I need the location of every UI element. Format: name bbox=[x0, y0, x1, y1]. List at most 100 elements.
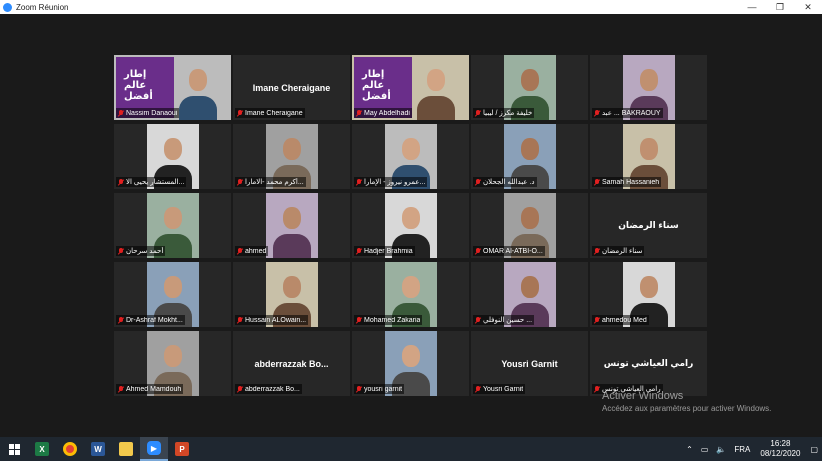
participant-tile[interactable]: ahmed bbox=[233, 193, 350, 258]
muted-mic-icon bbox=[594, 178, 600, 186]
person-head bbox=[163, 276, 182, 298]
clock[interactable]: 16:28 08/12/2020 bbox=[760, 439, 800, 459]
title-bar: Zoom Réunion — ❐ ✕ bbox=[0, 0, 822, 14]
word-icon[interactable]: W bbox=[84, 437, 112, 461]
powerpoint-icon[interactable]: P bbox=[168, 437, 196, 461]
muted-mic-icon bbox=[118, 178, 124, 186]
muted-mic-icon bbox=[237, 316, 243, 324]
close-button[interactable]: ✕ bbox=[794, 0, 822, 14]
muted-mic-icon bbox=[356, 178, 362, 186]
minimize-button[interactable]: — bbox=[738, 0, 766, 14]
muted-mic-icon bbox=[356, 247, 362, 255]
chrome-icon[interactable] bbox=[56, 437, 84, 461]
participant-name-label: أحمد سرحان bbox=[116, 246, 166, 256]
participant-name: Yousri Garnit bbox=[483, 385, 524, 393]
participant-name-label: Mohamed Zakaria bbox=[354, 315, 423, 325]
participant-name: OMAR Al-ATBI-O... bbox=[483, 247, 543, 255]
participant-tile[interactable]: Hadjer Brahmia bbox=[352, 193, 469, 258]
participant-name: أحمد سرحان bbox=[126, 248, 164, 255]
participant-tile[interactable]: أكرم محمد -الامارا... bbox=[233, 124, 350, 189]
zoom-icon[interactable]: ▶ bbox=[140, 437, 168, 461]
participant-name: yousri garnit bbox=[364, 385, 403, 393]
participant-video bbox=[265, 193, 318, 258]
participant-tile[interactable]: عبد ... BAKRAOUY bbox=[590, 55, 707, 120]
participant-tile[interactable]: رامي العياشي تونس رامي العياشي تونس bbox=[590, 331, 707, 396]
participant-tile[interactable]: Samah Hassanieh bbox=[590, 124, 707, 189]
person-head bbox=[163, 345, 182, 367]
zoom-window: إطار عالم أفضل Nassim Danaoui Imane Cherai… bbox=[0, 0, 822, 437]
participant-tile[interactable]: أحمد سرحان bbox=[114, 193, 231, 258]
participant-tile[interactable]: إطار عالم أفضل May Abdelhadi bbox=[352, 55, 469, 120]
window-title: Zoom Réunion bbox=[16, 2, 69, 12]
person-head bbox=[282, 138, 301, 160]
participant-name-label: حسين النوفلي ... bbox=[473, 315, 535, 325]
participant-tile[interactable]: Dr-Ashraf Mokht... bbox=[114, 262, 231, 327]
participant-tile[interactable]: خليفة مكرز / ليبيا bbox=[471, 55, 588, 120]
muted-mic-icon bbox=[237, 178, 243, 186]
participant-tile[interactable]: Imane Cheraigane Imane Cheraigane bbox=[233, 55, 350, 120]
participant-name: المستشار يحيى الا... bbox=[126, 179, 185, 186]
network-icon[interactable]: ▭ bbox=[701, 445, 709, 454]
participant-name-label: Imane Cheraigane bbox=[235, 108, 305, 118]
person-head bbox=[401, 138, 420, 160]
participant-name-label: abderrazzak Bo... bbox=[235, 384, 302, 394]
participant-name-label: ahmedou Med bbox=[592, 315, 649, 325]
participant-tile[interactable]: Hussain ALOwain... bbox=[233, 262, 350, 327]
participant-tile[interactable]: Mohamed Zakaria bbox=[352, 262, 469, 327]
participant-tile[interactable]: عمرو نيروز - الإمارا... bbox=[352, 124, 469, 189]
muted-mic-icon bbox=[475, 385, 481, 393]
participant-tile[interactable]: حسين النوفلي ... bbox=[471, 262, 588, 327]
volume-icon[interactable]: 🔈 bbox=[716, 445, 726, 454]
participant-tile[interactable]: yousri garnit bbox=[352, 331, 469, 396]
windows-start-icon[interactable] bbox=[0, 437, 28, 461]
participant-tile[interactable]: سناء الرمضان سناء الرمضان bbox=[590, 193, 707, 258]
person-head bbox=[282, 207, 301, 229]
chevron-up-icon[interactable]: ⌃ bbox=[686, 445, 693, 454]
participant-name: Ahmed Mamdouh bbox=[126, 385, 182, 393]
muted-mic-icon bbox=[594, 109, 600, 117]
language-indicator[interactable]: FRA bbox=[734, 445, 750, 454]
watermark-subtitle: Accédez aux paramètres pour activer Wind… bbox=[602, 404, 772, 413]
taskbar: X W ▶ P ⌃ ▭ 🔈 FRA 16:28 08/12/2020 ▢ bbox=[0, 437, 822, 461]
person-head bbox=[520, 69, 539, 91]
participant-tile[interactable]: المستشار يحيى الا... bbox=[114, 124, 231, 189]
participant-name: سناء الرمضان bbox=[602, 248, 643, 255]
participant-name: خليفة مكرز / ليبيا bbox=[483, 110, 533, 117]
participant-name-label: أكرم محمد -الامارا... bbox=[235, 177, 306, 187]
muted-mic-icon bbox=[594, 316, 600, 324]
muted-mic-icon bbox=[118, 247, 124, 255]
person-head bbox=[163, 207, 182, 229]
participant-name: ahmedou Med bbox=[602, 316, 647, 324]
participant-name: abderrazzak Bo... bbox=[245, 385, 300, 393]
participant-tile[interactable]: abderrazzak Bo... abderrazzak Bo... bbox=[233, 331, 350, 396]
participant-tile[interactable]: OMAR Al-ATBI-O... bbox=[471, 193, 588, 258]
participant-name: Mohamed Zakaria bbox=[364, 316, 421, 324]
participant-name-label: OMAR Al-ATBI-O... bbox=[473, 246, 545, 256]
participant-tile[interactable]: ahmedou Med bbox=[590, 262, 707, 327]
participant-name-label: عمرو نيروز - الإمارا... bbox=[354, 177, 428, 187]
participant-name: حسين النوفلي ... bbox=[483, 317, 533, 324]
person-head bbox=[163, 138, 182, 160]
participant-name: Hadjer Brahmia bbox=[364, 247, 413, 255]
participant-name-label: Dr-Ashraf Mokht... bbox=[116, 315, 185, 325]
person-body bbox=[272, 234, 311, 258]
zoom-app-icon bbox=[3, 2, 12, 12]
participant-name: Samah Hassanieh bbox=[602, 178, 660, 186]
system-tray: ⌃ ▭ 🔈 FRA 16:28 08/12/2020 ▢ bbox=[682, 437, 822, 461]
participant-tile[interactable]: Ahmed Mamdouh bbox=[114, 331, 231, 396]
muted-mic-icon bbox=[237, 247, 243, 255]
excel-icon[interactable]: X bbox=[28, 437, 56, 461]
muted-mic-icon bbox=[237, 385, 243, 393]
activate-windows-watermark: Activer Windows Accédez aux paramètres p… bbox=[602, 390, 771, 413]
maximize-button[interactable]: ❐ bbox=[766, 0, 794, 14]
participant-tile[interactable]: د. عبدالله الجحلان bbox=[471, 124, 588, 189]
file-explorer-icon[interactable] bbox=[112, 437, 140, 461]
participant-name-label: Nassim Danaoui bbox=[116, 108, 180, 118]
notifications-icon[interactable]: ▢ bbox=[810, 445, 818, 454]
participant-name: May Abdelhadi bbox=[364, 109, 410, 117]
participant-tile[interactable]: إطار عالم أفضل Nassim Danaoui bbox=[114, 55, 231, 120]
person-head bbox=[401, 276, 420, 298]
participant-name-label: ahmed bbox=[235, 246, 269, 256]
participant-tile[interactable]: Yousri Garnit Yousri Garnit bbox=[471, 331, 588, 396]
clock-time: 16:28 bbox=[770, 439, 791, 448]
